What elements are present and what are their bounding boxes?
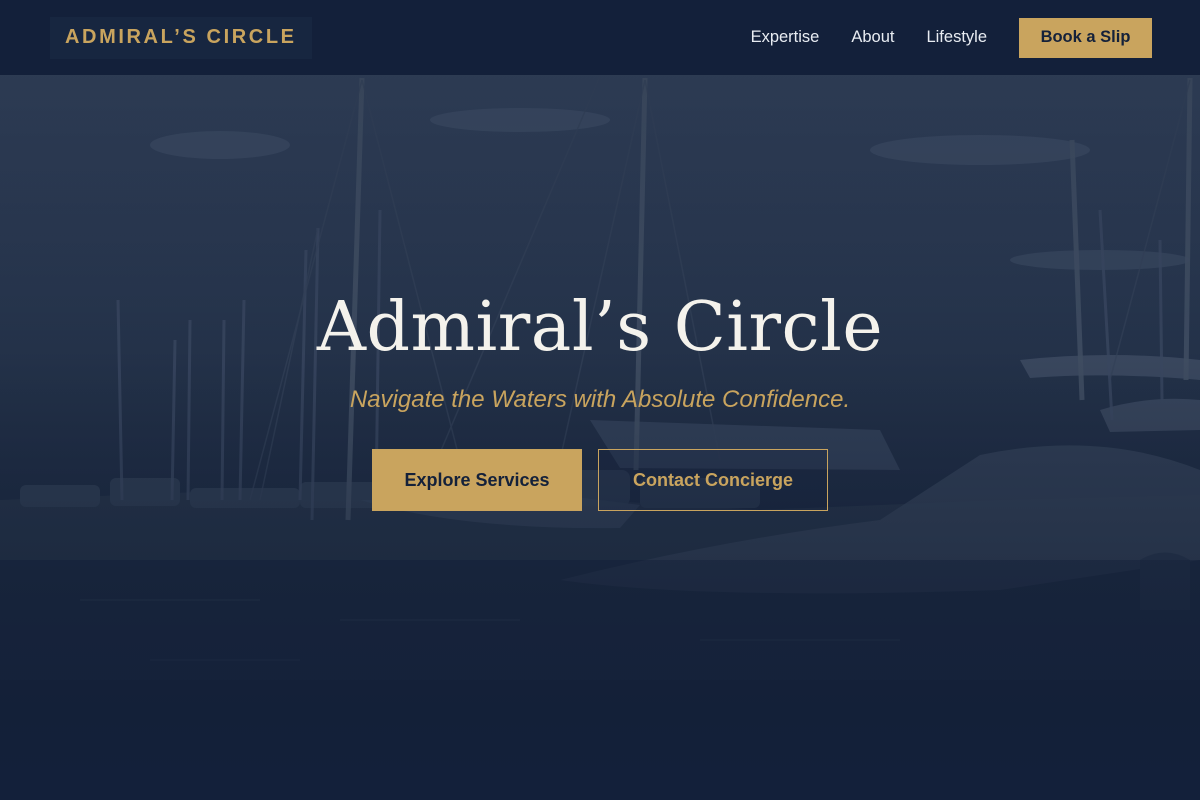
hero-title: Admiral’s Circle [316, 288, 884, 367]
nav-link-expertise[interactable]: Expertise [751, 28, 820, 47]
hero-tagline: Navigate the Waters with Absolute Confid… [349, 386, 851, 413]
contact-concierge-button[interactable]: Contact Concierge [598, 449, 828, 511]
nav-link-lifestyle[interactable]: Lifestyle [926, 28, 987, 47]
book-a-slip-button[interactable]: Book a Slip [1019, 17, 1152, 58]
explore-services-button[interactable]: Explore Services [372, 449, 582, 511]
hero-cta-group: Explore Services Contact Concierge [372, 449, 828, 511]
nav-link-about[interactable]: About [851, 28, 894, 47]
top-navbar: ADMIRAL’S CIRCLE Expertise About Lifesty… [0, 0, 1200, 76]
brand-name: ADMIRAL’S CIRCLE [65, 26, 297, 48]
hero-section: Admiral’s Circle Navigate the Waters wit… [0, 0, 1200, 800]
nav-menu: Expertise About Lifestyle Book a Slip [751, 17, 1152, 58]
brand-logo[interactable]: ADMIRAL’S CIRCLE [50, 16, 312, 59]
